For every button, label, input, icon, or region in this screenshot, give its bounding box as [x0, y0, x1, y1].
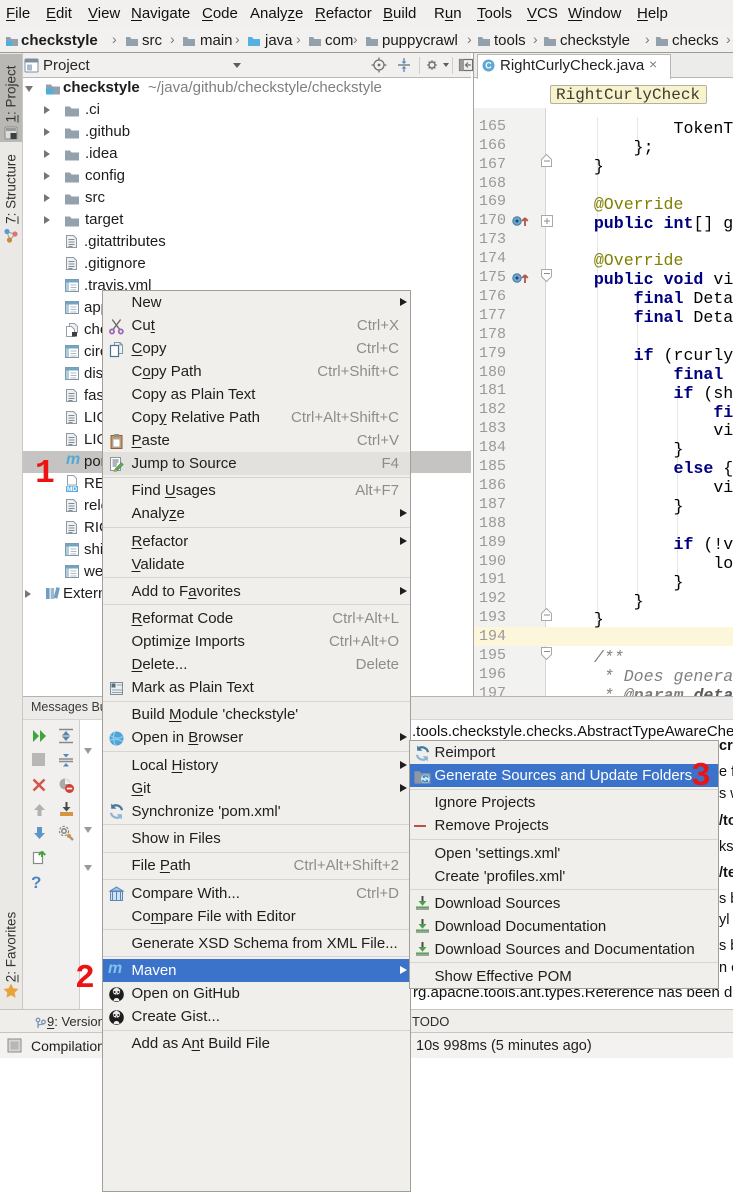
svg-text:MD: MD [67, 486, 77, 492]
